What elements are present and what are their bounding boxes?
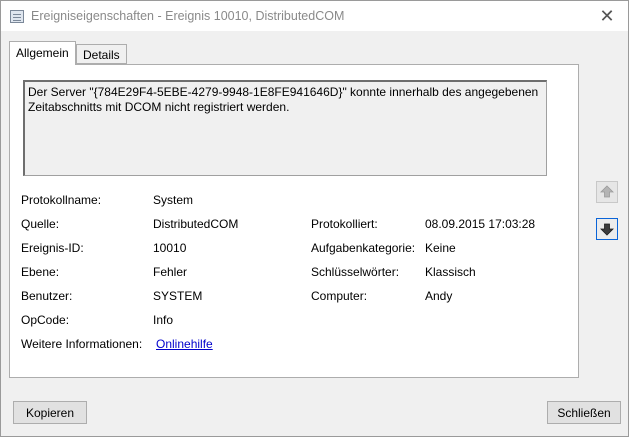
aufgabenkategorie-value: Keine xyxy=(425,241,456,255)
event-log-icon xyxy=(10,10,24,23)
ereignis-id-value: 10010 xyxy=(153,241,187,255)
quelle-value: DistributedCOM xyxy=(153,217,239,231)
schluesselwoerter-value: Klassisch xyxy=(425,265,476,279)
arrow-up-icon xyxy=(600,185,614,198)
event-description[interactable]: Der Server "{784E29F4-5EBE-4279-9948-1E8… xyxy=(23,80,547,176)
close-button[interactable]: Schließen xyxy=(547,401,621,424)
schluesselwoerter-label: Schlüsselwörter: xyxy=(311,265,400,279)
computer-label: Computer: xyxy=(311,289,368,303)
computer-value: Andy xyxy=(425,289,453,303)
opcode-label: OpCode: xyxy=(21,313,70,327)
opcode-value: Info xyxy=(153,313,174,327)
next-event-button[interactable] xyxy=(596,218,618,240)
arrow-down-icon xyxy=(600,223,614,236)
title-bar: Ereigniseigenschaften - Ereignis 10010, … xyxy=(1,1,628,31)
previous-event-button[interactable] xyxy=(596,181,618,203)
tab-allgemein[interactable]: Allgemein xyxy=(9,41,76,65)
benutzer-value: SYSTEM xyxy=(153,289,203,303)
protokolliert-value: 08.09.2015 17:03:28 xyxy=(425,217,536,231)
benutzer-label: Benutzer: xyxy=(21,289,73,303)
protokollname-value: System xyxy=(153,193,194,207)
aufgabenkategorie-label: Aufgabenkategorie: xyxy=(311,241,416,255)
event-properties-window: Ereigniseigenschaften - Ereignis 10010, … xyxy=(0,0,629,437)
quelle-label: Quelle: xyxy=(21,217,60,231)
tab-details[interactable]: Details xyxy=(76,44,127,64)
protokollname-label: Protokollname: xyxy=(21,193,102,207)
ebene-value: Fehler xyxy=(153,265,188,279)
close-window-button[interactable]: ✕ xyxy=(586,1,628,31)
weitere-informationen-label: Weitere Informationen: xyxy=(21,337,143,351)
ereignis-id-label: Ereignis-ID: xyxy=(21,241,84,255)
ebene-label: Ebene: xyxy=(21,265,60,279)
onlinehilfe-link[interactable]: Onlinehilfe xyxy=(156,337,213,351)
window-title: Ereigniseigenschaften - Ereignis 10010, … xyxy=(31,9,345,23)
copy-button[interactable]: Kopieren xyxy=(13,401,87,424)
protokolliert-label: Protokolliert: xyxy=(311,217,378,231)
